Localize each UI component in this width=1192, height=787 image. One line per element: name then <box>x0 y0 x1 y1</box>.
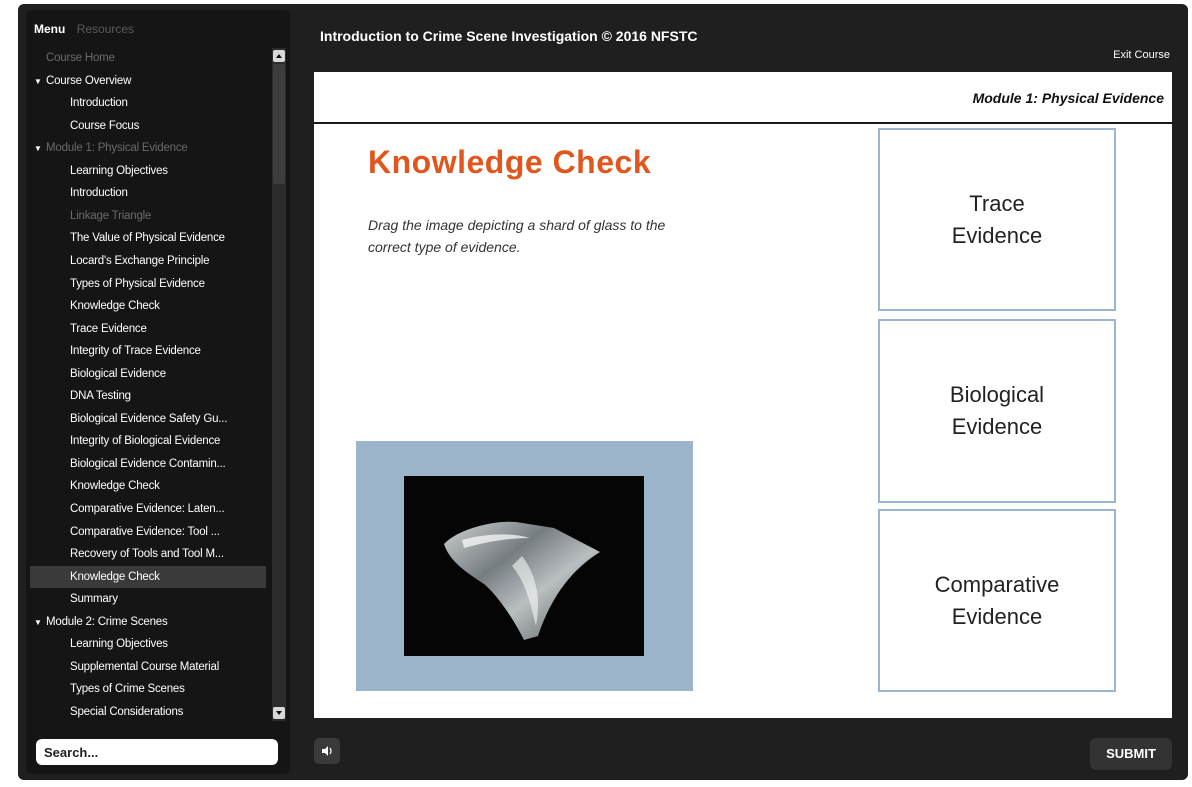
drop-target-label: Comparative Evidence <box>934 571 1060 629</box>
menu-item-label: Recovery of Tools and Tool M... <box>70 548 224 561</box>
menu-item-label: Types of Physical Evidence <box>70 277 205 290</box>
menu-item[interactable]: Summary <box>30 588 266 610</box>
menu-item-label: Module 1: Physical Evidence <box>46 142 188 155</box>
menu-item[interactable]: Comparative Evidence: Laten... <box>30 498 266 520</box>
menu-item-label: Knowledge Check <box>70 480 160 493</box>
tab-menu[interactable]: Menu <box>34 22 65 36</box>
audio-button[interactable] <box>314 738 340 764</box>
menu-item-label: Knowledge Check <box>70 300 160 313</box>
menu-item[interactable]: Biological Evidence Safety Gu... <box>30 408 266 430</box>
menu-item-label: Types of Crime Scenes <box>70 683 185 696</box>
menu-item-label: Biological Evidence Contamin... <box>70 457 226 470</box>
menu-item-label: Module 2: Crime Scenes <box>46 615 168 628</box>
scroll-thumb[interactable] <box>273 64 285 184</box>
menu-item[interactable]: Knowledge Check <box>30 475 266 497</box>
menu-item[interactable]: Course Focus <box>30 115 266 137</box>
menu-item-label: Comparative Evidence: Laten... <box>70 503 225 515</box>
expand-caret-icon[interactable]: ▼ <box>34 71 46 92</box>
menu-item-label: Supplemental Course Material <box>70 660 220 673</box>
instruction-text: Drag the image depicting a shard of glas… <box>368 217 666 255</box>
glass-shard-photo[interactable] <box>404 476 644 656</box>
expand-caret-icon[interactable]: ▼ <box>34 138 46 159</box>
menu-item-label: Course Home <box>46 52 115 64</box>
slide-content: Module 1: Physical Evidence Knowledge Ch… <box>314 72 1172 718</box>
menu-item-label: Biological Evidence Safety Gu... <box>70 412 228 425</box>
course-menu-list: Course Home ▼ Course Overview Introduction C… <box>30 47 270 723</box>
menu-item[interactable]: Learning Objectives <box>30 160 266 182</box>
drop-target-label: Trace Evidence <box>951 190 1043 248</box>
search-box <box>36 739 280 765</box>
menu-item-label: Special Considerations <box>70 705 184 718</box>
menu-item[interactable]: Introduction <box>30 92 266 114</box>
menu-item[interactable]: DNA Testing <box>30 385 266 407</box>
menu-item[interactable]: Locard's Exchange Principle <box>30 250 266 272</box>
expand-caret-icon[interactable]: ▼ <box>34 612 46 633</box>
menu-item-label: Biological Evidence <box>70 367 166 380</box>
menu-item-label: Introduction <box>70 187 128 200</box>
speaker-icon <box>322 746 332 756</box>
menu-item-label: Learning Objectives <box>70 164 168 177</box>
menu-item[interactable]: Introduction <box>30 182 266 204</box>
menu-item[interactable]: ▼ Module 2: Crime Scenes <box>30 611 270 633</box>
menu-item[interactable]: Knowledge Check <box>30 565 266 588</box>
slide-title: Knowledge Check <box>368 144 652 180</box>
search-input[interactable] <box>36 739 280 765</box>
menu-item[interactable]: Comparative Evidence: Tool ... <box>30 521 266 543</box>
menu-item[interactable]: Biological Evidence <box>30 363 266 385</box>
drag-item[interactable] <box>356 441 693 691</box>
drop-target-comparative-evidence[interactable]: Comparative Evidence <box>878 509 1116 692</box>
menu-item[interactable]: Biological Evidence Contamin... <box>30 453 266 475</box>
module-label: Module 1: Physical Evidence <box>972 90 1164 106</box>
menu-item-label: Linkage Triangle <box>70 209 152 222</box>
exit-course-link[interactable]: Exit Course <box>1113 49 1170 61</box>
menu-item-label: Learning Objectives <box>70 638 168 651</box>
menu-item-label: Course Overview <box>46 74 132 87</box>
course-title: Introduction to Crime Scene Investigatio… <box>320 28 698 44</box>
sidebar-tabs: Menu Resources <box>34 22 142 40</box>
menu-item[interactable]: Recovery of Tools and Tool M... <box>30 543 266 565</box>
menu-item[interactable]: Knowledge Check <box>30 295 266 317</box>
menu-item-label: DNA Testing <box>70 390 131 403</box>
menu-item[interactable]: ▼ Course Overview <box>30 70 270 92</box>
scroll-up-icon[interactable] <box>273 50 285 62</box>
menu-item-label: Course Focus <box>70 119 140 132</box>
menu-item[interactable]: The Value of Physical Evidence <box>30 227 266 249</box>
menu-item[interactable]: Integrity of Biological Evidence <box>30 430 266 452</box>
menu-item-label: Summary <box>70 593 118 606</box>
menu-item[interactable]: Integrity of Trace Evidence <box>30 340 266 362</box>
menu-item-label: Integrity of Biological Evidence <box>70 435 221 448</box>
menu-item[interactable]: Special Considerations <box>30 701 266 723</box>
menu-item[interactable]: Learning Objectives <box>30 633 266 655</box>
menu-item-label: Comparative Evidence: Tool ... <box>70 525 220 538</box>
menu-item-label: Introduction <box>70 97 128 110</box>
menu-item[interactable]: Trace Evidence <box>30 318 266 340</box>
drop-target-label: Biological Evidence <box>949 382 1045 439</box>
tab-resources[interactable]: Resources <box>77 22 134 36</box>
menu-item-label: Locard's Exchange Principle <box>70 254 210 267</box>
drop-target-biological-evidence[interactable]: Biological Evidence <box>878 319 1116 503</box>
menu-item-label: Trace Evidence <box>70 322 147 335</box>
menu-item[interactable]: ▼ Module 1: Physical Evidence <box>30 137 270 159</box>
menu-item-label: The Value of Physical Evidence <box>70 232 225 245</box>
menu-scrollbar[interactable] <box>272 48 286 721</box>
menu-item-label: Integrity of Trace Evidence <box>70 345 201 358</box>
menu-item-label: Knowledge Check <box>70 570 160 583</box>
menu-item[interactable]: Course Home <box>30 47 270 69</box>
menu-item[interactable]: Supplemental Course Material <box>30 656 266 678</box>
menu-item[interactable]: Types of Crime Scenes <box>30 678 266 700</box>
submit-button[interactable]: SUBMIT <box>1090 738 1172 770</box>
menu-item[interactable]: Types of Physical Evidence <box>30 273 266 295</box>
module-divider <box>314 122 1172 124</box>
drop-target-trace-evidence[interactable]: Trace Evidence <box>878 128 1116 311</box>
scroll-down-icon[interactable] <box>273 707 285 719</box>
menu-item[interactable]: Linkage Triangle <box>30 205 266 227</box>
